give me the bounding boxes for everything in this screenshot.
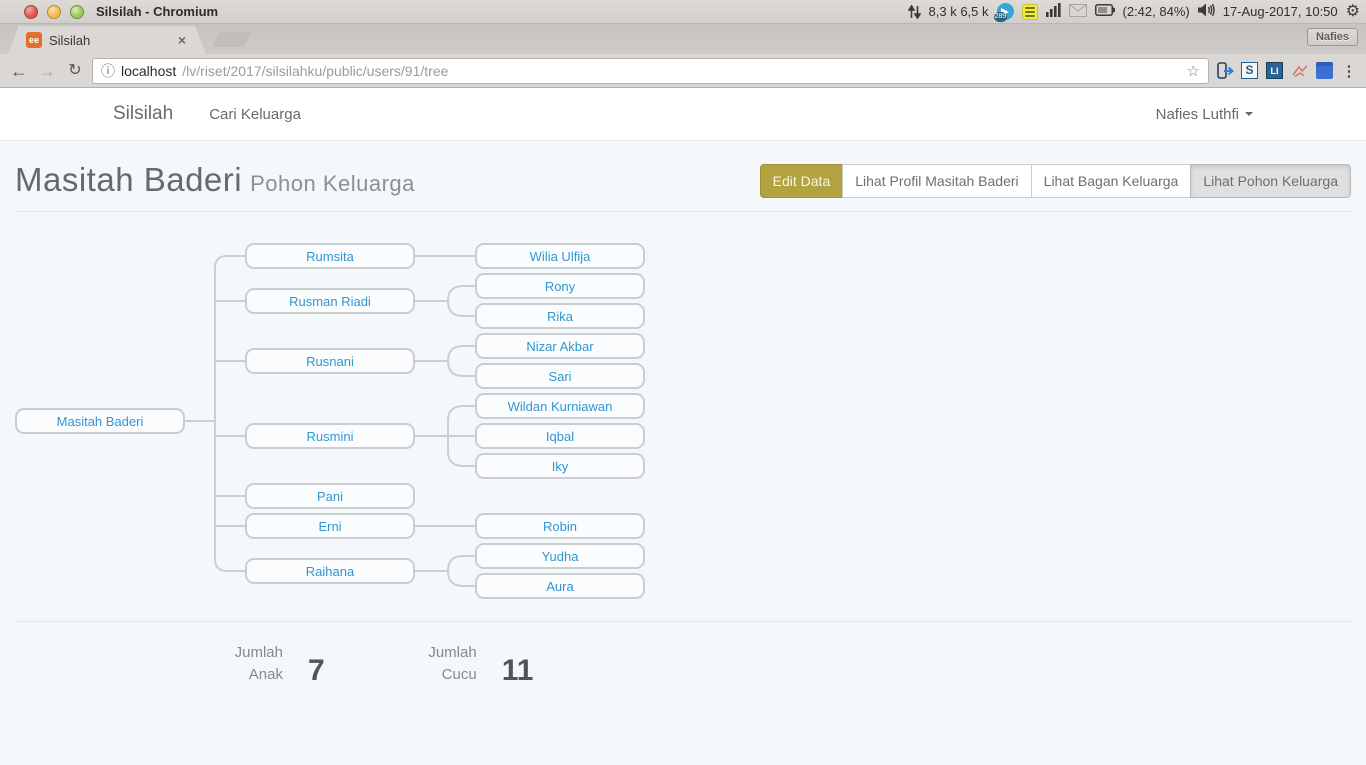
navbar-brand[interactable]: Silsilah	[113, 103, 173, 125]
screen: Silsilah - Chromium 8,3 k 6,5 k 289	[0, 0, 1366, 765]
reload-icon[interactable]: ↻	[64, 62, 86, 80]
lihat-bagan-button[interactable]: Lihat Bagan Keluarga	[1031, 164, 1192, 198]
navbar-user-name: Nafies Luthfi	[1156, 106, 1239, 123]
system-tray: 8,3 k 6,5 k 289	[908, 3, 1360, 20]
address-bar[interactable]: ⓘ localhost /lv/riset/2017/silsilahku/pu…	[92, 58, 1209, 84]
window-maximize-button[interactable]	[70, 5, 84, 19]
navbar-link-cari-keluarga[interactable]: Cari Keluarga	[209, 106, 301, 123]
stat-jumlah-cucu: Jumlah Cucu 11	[409, 642, 534, 686]
lihat-profil-button[interactable]: Lihat Profil Masitah Baderi	[842, 164, 1031, 198]
extension-li-icon[interactable]: LI	[1266, 62, 1283, 79]
tree-node-child[interactable]: Rusnani	[245, 348, 415, 374]
tree-node-grandchild[interactable]: Wilia Ulfija	[475, 243, 645, 269]
page-info-icon[interactable]: ⓘ	[101, 61, 115, 81]
tree-node-grandchild[interactable]: Rony	[475, 273, 645, 299]
volume-icon[interactable]	[1198, 3, 1215, 20]
tree-node-grandchild[interactable]: Sari	[475, 363, 645, 389]
new-tab-button[interactable]	[212, 32, 252, 47]
url-path: /lv/riset/2017/silsilahku/public/users/9…	[182, 63, 1180, 79]
page-action-buttons: Edit Data Lihat Profil Masitah Baderi Li…	[760, 164, 1351, 198]
mail-icon[interactable]	[1069, 4, 1087, 20]
browser-profile-chip[interactable]: Nafies	[1307, 28, 1358, 46]
stats-divider	[15, 621, 1351, 622]
person-name-heading: Masitah Baderi	[15, 161, 242, 198]
network-speed-label: 8,3 k 6,5 k	[929, 4, 989, 19]
tree-connectors	[15, 234, 1351, 602]
page-content: Masitah Baderi Pohon Keluarga Edit Data L…	[0, 141, 1366, 686]
window-titlebar: Silsilah - Chromium 8,3 k 6,5 k 289	[0, 0, 1366, 24]
window-minimize-button[interactable]	[47, 5, 61, 19]
tab-close-icon[interactable]: ×	[176, 32, 188, 48]
tree-node-root[interactable]: Masitah Baderi	[15, 408, 185, 434]
stat-jumlah-anak: Jumlah Anak 7	[215, 642, 325, 686]
stat-anak-label: Jumlah Anak	[215, 642, 283, 686]
bookmark-star-icon[interactable]: ☆	[1187, 62, 1200, 80]
tab-title: Silsilah	[49, 33, 176, 48]
stat-anak-value: 7	[308, 656, 325, 686]
tree-node-child[interactable]: Pani	[245, 483, 415, 509]
battery-icon[interactable]	[1095, 4, 1115, 19]
tab-strip: ee Silsilah × Nafies	[0, 24, 1366, 54]
navbar-user-dropdown[interactable]: Nafies Luthfi	[1156, 106, 1253, 123]
tree-node-child[interactable]: Rusman Riadi	[245, 288, 415, 314]
stats-row: Jumlah Anak 7 Jumlah Cucu 11	[15, 642, 1351, 686]
tree-node-grandchild[interactable]: Aura	[475, 573, 645, 599]
battery-status-label: (2:42, 84%)	[1123, 4, 1190, 19]
telegram-unread-badge: 289	[994, 12, 1008, 22]
extension-phone-icon[interactable]	[1215, 61, 1234, 80]
header-divider	[15, 211, 1351, 212]
tree-node-grandchild[interactable]: Iqbal	[475, 423, 645, 449]
tree-node-grandchild[interactable]: Iky	[475, 453, 645, 479]
gear-icon[interactable]: ⚙	[1346, 4, 1360, 20]
extension-s-icon[interactable]: S	[1241, 62, 1258, 79]
tree-node-child[interactable]: Rumsita	[245, 243, 415, 269]
signal-strength-icon[interactable]	[1046, 3, 1061, 20]
url-host: localhost	[121, 63, 176, 79]
telegram-icon[interactable]: 289	[997, 3, 1014, 20]
site-navbar: Silsilah Cari Keluarga Nafies Luthfi	[0, 88, 1366, 141]
stat-cucu-label: Jumlah Cucu	[409, 642, 477, 686]
window-title: Silsilah - Chromium	[96, 4, 218, 19]
clock-label: 17-Aug-2017, 10:50	[1223, 4, 1338, 19]
browser-toolbar: ← → ↻ ⓘ localhost /lv/riset/2017/silsila…	[0, 54, 1366, 88]
forward-icon[interactable]: →	[36, 62, 58, 80]
page-title: Masitah Baderi Pohon Keluarga	[15, 161, 415, 199]
tree-node-grandchild[interactable]: Robin	[475, 513, 645, 539]
stat-cucu-value: 11	[502, 656, 534, 686]
network-updown-icon[interactable]	[908, 5, 921, 19]
family-tree: Masitah Baderi Rumsita Rusman Riadi Rusn…	[15, 234, 1351, 602]
edit-data-button[interactable]: Edit Data	[760, 164, 844, 198]
extension-blue-icon[interactable]	[1316, 62, 1333, 79]
window-controls	[24, 5, 84, 19]
tree-node-grandchild[interactable]: Nizar Akbar	[475, 333, 645, 359]
lihat-pohon-button[interactable]: Lihat Pohon Keluarga	[1190, 164, 1351, 198]
tree-node-grandchild[interactable]: Yudha	[475, 543, 645, 569]
browser-menu-icon[interactable]: ⋮	[1340, 62, 1358, 80]
tree-node-grandchild[interactable]: Wildan Kurniawan	[475, 393, 645, 419]
page-subtitle: Pohon Keluarga	[250, 171, 415, 196]
tree-node-child[interactable]: Rusmini	[245, 423, 415, 449]
notes-indicator-icon[interactable]	[1022, 4, 1038, 20]
extension-red-icon[interactable]	[1290, 61, 1309, 80]
chevron-down-icon	[1245, 112, 1253, 116]
tree-node-child[interactable]: Raihana	[245, 558, 415, 584]
tree-node-child[interactable]: Erni	[245, 513, 415, 539]
back-icon[interactable]: ←	[8, 62, 30, 80]
webpage: Silsilah Cari Keluarga Nafies Luthfi Mas…	[0, 88, 1366, 765]
tab-favicon-icon: ee	[26, 32, 42, 48]
tree-node-grandchild[interactable]: Rika	[475, 303, 645, 329]
window-close-button[interactable]	[24, 5, 38, 19]
browser-tab-silsilah[interactable]: ee Silsilah ×	[8, 26, 206, 54]
